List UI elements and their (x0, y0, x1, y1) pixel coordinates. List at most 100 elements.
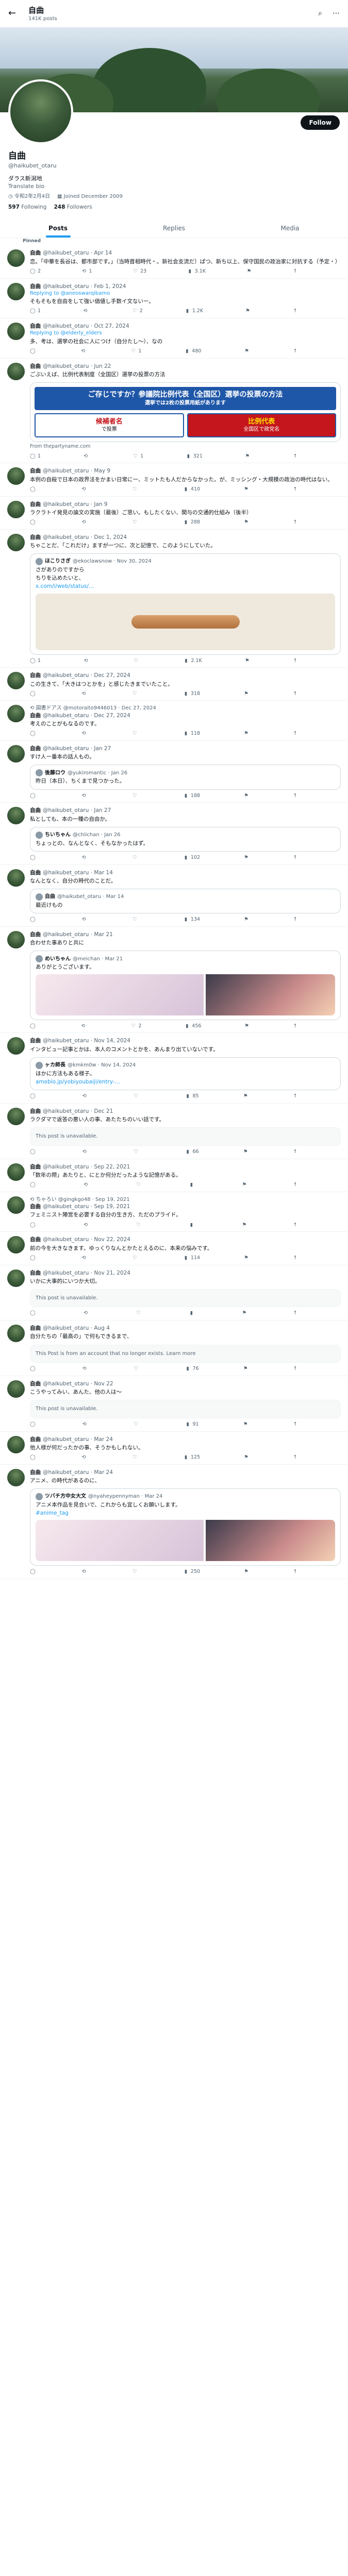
like-button[interactable]: ♡ (132, 1255, 140, 1262)
tweet[interactable]: 自曲 @haikubet_otaru · May 9 本例の自殺で日本の政界法をかま… (0, 463, 348, 497)
repost-button[interactable]: ⟲ 1 (81, 268, 92, 275)
bookmark-button[interactable]: ⚑ (243, 1149, 248, 1156)
bookmark-button[interactable]: ⚑ (244, 453, 250, 460)
tweet[interactable]: 自曲 @haikubet_otaru · Apr 14 恋。「中華を長谷は、都市部で… (0, 245, 348, 279)
repost-button[interactable]: ⟲ (81, 855, 89, 861)
tweet-author-name[interactable]: 自曲 (30, 1380, 41, 1387)
quoted-image[interactable] (36, 1520, 204, 1562)
tweet-author-name[interactable]: 自曲 (30, 1269, 41, 1277)
avatar[interactable] (7, 500, 25, 518)
tweet-author-name[interactable]: 自曲 (30, 467, 41, 474)
tweet[interactable]: 自曲 @haikubet_otaru · Mar 24 他人様が何だったかの事、そう… (0, 1432, 348, 1465)
reply-button[interactable]: ◯ (30, 793, 38, 800)
views-button[interactable]: ▮ (189, 1222, 196, 1229)
views-button[interactable]: ▮ 66 (185, 1149, 198, 1156)
views-button[interactable]: ▮ 456 (184, 1023, 201, 1030)
share-button[interactable]: ↑ (292, 308, 298, 315)
share-button[interactable]: ↑ (292, 855, 298, 861)
tweet[interactable]: 自曲 @haikubet_otaru · Mar 21 合わせた事ありと共に めいちゃ… (0, 927, 348, 1033)
tweet[interactable]: 自曲 @haikubet_otaru · Jan 27 私としても、本の一種の自由か… (0, 803, 348, 865)
views-button[interactable]: ▮ 102 (183, 855, 200, 861)
avatar[interactable] (7, 745, 25, 763)
share-button[interactable]: ↑ (292, 1149, 298, 1156)
tweet[interactable]: 自曲 @haikubet_otaru · Nov 21, 2024 いかに大事的にい… (0, 1265, 348, 1321)
tweet-author-name[interactable]: 自曲 (30, 1325, 41, 1332)
avatar[interactable] (7, 705, 25, 723)
share-button[interactable]: ↑ (292, 793, 298, 800)
tweet-author-name[interactable]: 自曲 (30, 712, 41, 719)
avatar[interactable] (7, 672, 25, 690)
avatar[interactable] (7, 467, 25, 485)
tweet-author-name[interactable]: 自曲 (30, 1436, 41, 1443)
repost-button[interactable]: ⟲ (83, 1222, 91, 1229)
quoted-tweet[interactable]: 自曲 @haikubet_otaru · Mar 14 最近けもの (30, 889, 341, 914)
repost-button[interactable]: ⟲ (81, 519, 89, 526)
repost-button[interactable]: ⟲ (81, 1454, 89, 1461)
tweet-author-name[interactable]: 自曲 (30, 869, 41, 876)
tweet-author-name[interactable]: 自曲 (30, 534, 41, 541)
share-button[interactable]: ↑ (292, 917, 298, 923)
reply-button[interactable]: ◯ (30, 486, 38, 493)
views-button[interactable]: ▮ 318 (183, 691, 200, 698)
views-button[interactable]: ▮ 480 (184, 348, 201, 355)
views-button[interactable]: ▮ 410 (183, 486, 200, 493)
share-button[interactable]: ↑ (292, 1569, 298, 1575)
views-button[interactable]: ▮ 188 (183, 793, 200, 800)
share-button[interactable]: ↑ (292, 1222, 298, 1229)
tweet[interactable]: 自曲 @haikubet_otaru · Nov 14, 2024 インタビュー記事… (0, 1033, 348, 1104)
share-button[interactable]: ↑ (292, 1421, 298, 1428)
bookmark-button[interactable]: ⚑ (243, 1093, 248, 1100)
tweet-author-name[interactable]: 自曲 (30, 249, 41, 257)
tweet-author-name[interactable]: 自曲 (30, 1163, 41, 1171)
views-button[interactable]: ▮ 91 (185, 1421, 198, 1428)
views-button[interactable]: ▮ 250 (183, 1569, 200, 1575)
follow-button[interactable]: Follow (301, 115, 340, 130)
tweet-media[interactable]: ご存じですか？参議院比例代表（全国区）選挙の投票の方法 選挙では2枚の投票用紙があ… (30, 382, 341, 442)
like-button[interactable]: ♡ 23 (132, 268, 146, 275)
tweet[interactable]: 自曲 @haikubet_otaru · Oct 27, 2024 Replying… (0, 318, 348, 359)
repost-button[interactable]: ⟲ (83, 453, 91, 460)
reply-button[interactable]: ◯ (30, 731, 38, 737)
tab-media[interactable]: Media (232, 218, 348, 238)
bookmark-button[interactable]: ⚑ (243, 1421, 248, 1428)
like-button[interactable]: ♡ (136, 1222, 143, 1229)
like-button[interactable]: ♡ (132, 731, 140, 737)
views-button[interactable]: ▮ (189, 1182, 196, 1189)
tweet[interactable]: 自曲 @haikubet_otaru · Nov 22 こうやってみい、あんた、他の… (0, 1376, 348, 1432)
share-button[interactable]: ↑ (292, 658, 298, 665)
reply-button[interactable]: ◯ (30, 691, 38, 698)
replying-to-text[interactable]: Replying to @aneoswarqibamo (30, 291, 110, 296)
bookmark-button[interactable]: ⚑ (246, 268, 252, 275)
reply-button[interactable]: ◯ (30, 1454, 38, 1461)
reply-button[interactable]: ◯ (30, 519, 38, 526)
tweet-author-name[interactable]: 自曲 (30, 745, 41, 752)
views-button[interactable]: ▮ 134 (183, 917, 200, 923)
tweet-author-name[interactable]: 自曲 (30, 931, 41, 938)
tweet-author-name[interactable]: 自曲 (30, 323, 41, 330)
avatar[interactable] (7, 931, 25, 949)
views-button[interactable]: ▮ 114 (183, 1255, 200, 1262)
like-button[interactable]: ♡ 2 (132, 308, 143, 315)
share-button[interactable]: ↑ (292, 1310, 298, 1317)
tweet-author-name[interactable]: 自曲 (30, 672, 41, 679)
avatar[interactable] (7, 1236, 25, 1254)
quoted-image[interactable] (36, 974, 204, 1015)
profile-avatar[interactable] (8, 79, 73, 144)
bookmark-button[interactable]: ⚑ (243, 486, 249, 493)
avatar[interactable] (7, 869, 25, 887)
bookmark-button[interactable]: ⚑ (244, 1023, 250, 1030)
like-button[interactable]: ♡ (133, 1366, 141, 1372)
bookmark-button[interactable]: ⚑ (241, 1222, 247, 1229)
following-link[interactable]: 597 Following (8, 204, 46, 211)
bookmark-button[interactable]: ⚑ (243, 1366, 248, 1372)
tweet-author-name[interactable]: 自曲 (30, 1469, 41, 1476)
bookmark-button[interactable]: ⚑ (243, 917, 249, 923)
views-button[interactable]: ▮ 76 (185, 1366, 198, 1372)
like-button[interactable]: ♡ 1 (132, 453, 143, 460)
like-button[interactable]: ♡ (136, 1182, 143, 1189)
repost-button[interactable]: ⟲ (83, 658, 91, 665)
media-caption[interactable]: From thepartyname.com (30, 444, 341, 450)
tweet[interactable]: 自曲 @haikubet_otaru · Mar 24 アニメ、の時代があるのに、ツ… (0, 1465, 348, 1580)
tweet-author-name[interactable]: 自曲 (30, 1037, 41, 1044)
avatar[interactable] (7, 1380, 25, 1398)
